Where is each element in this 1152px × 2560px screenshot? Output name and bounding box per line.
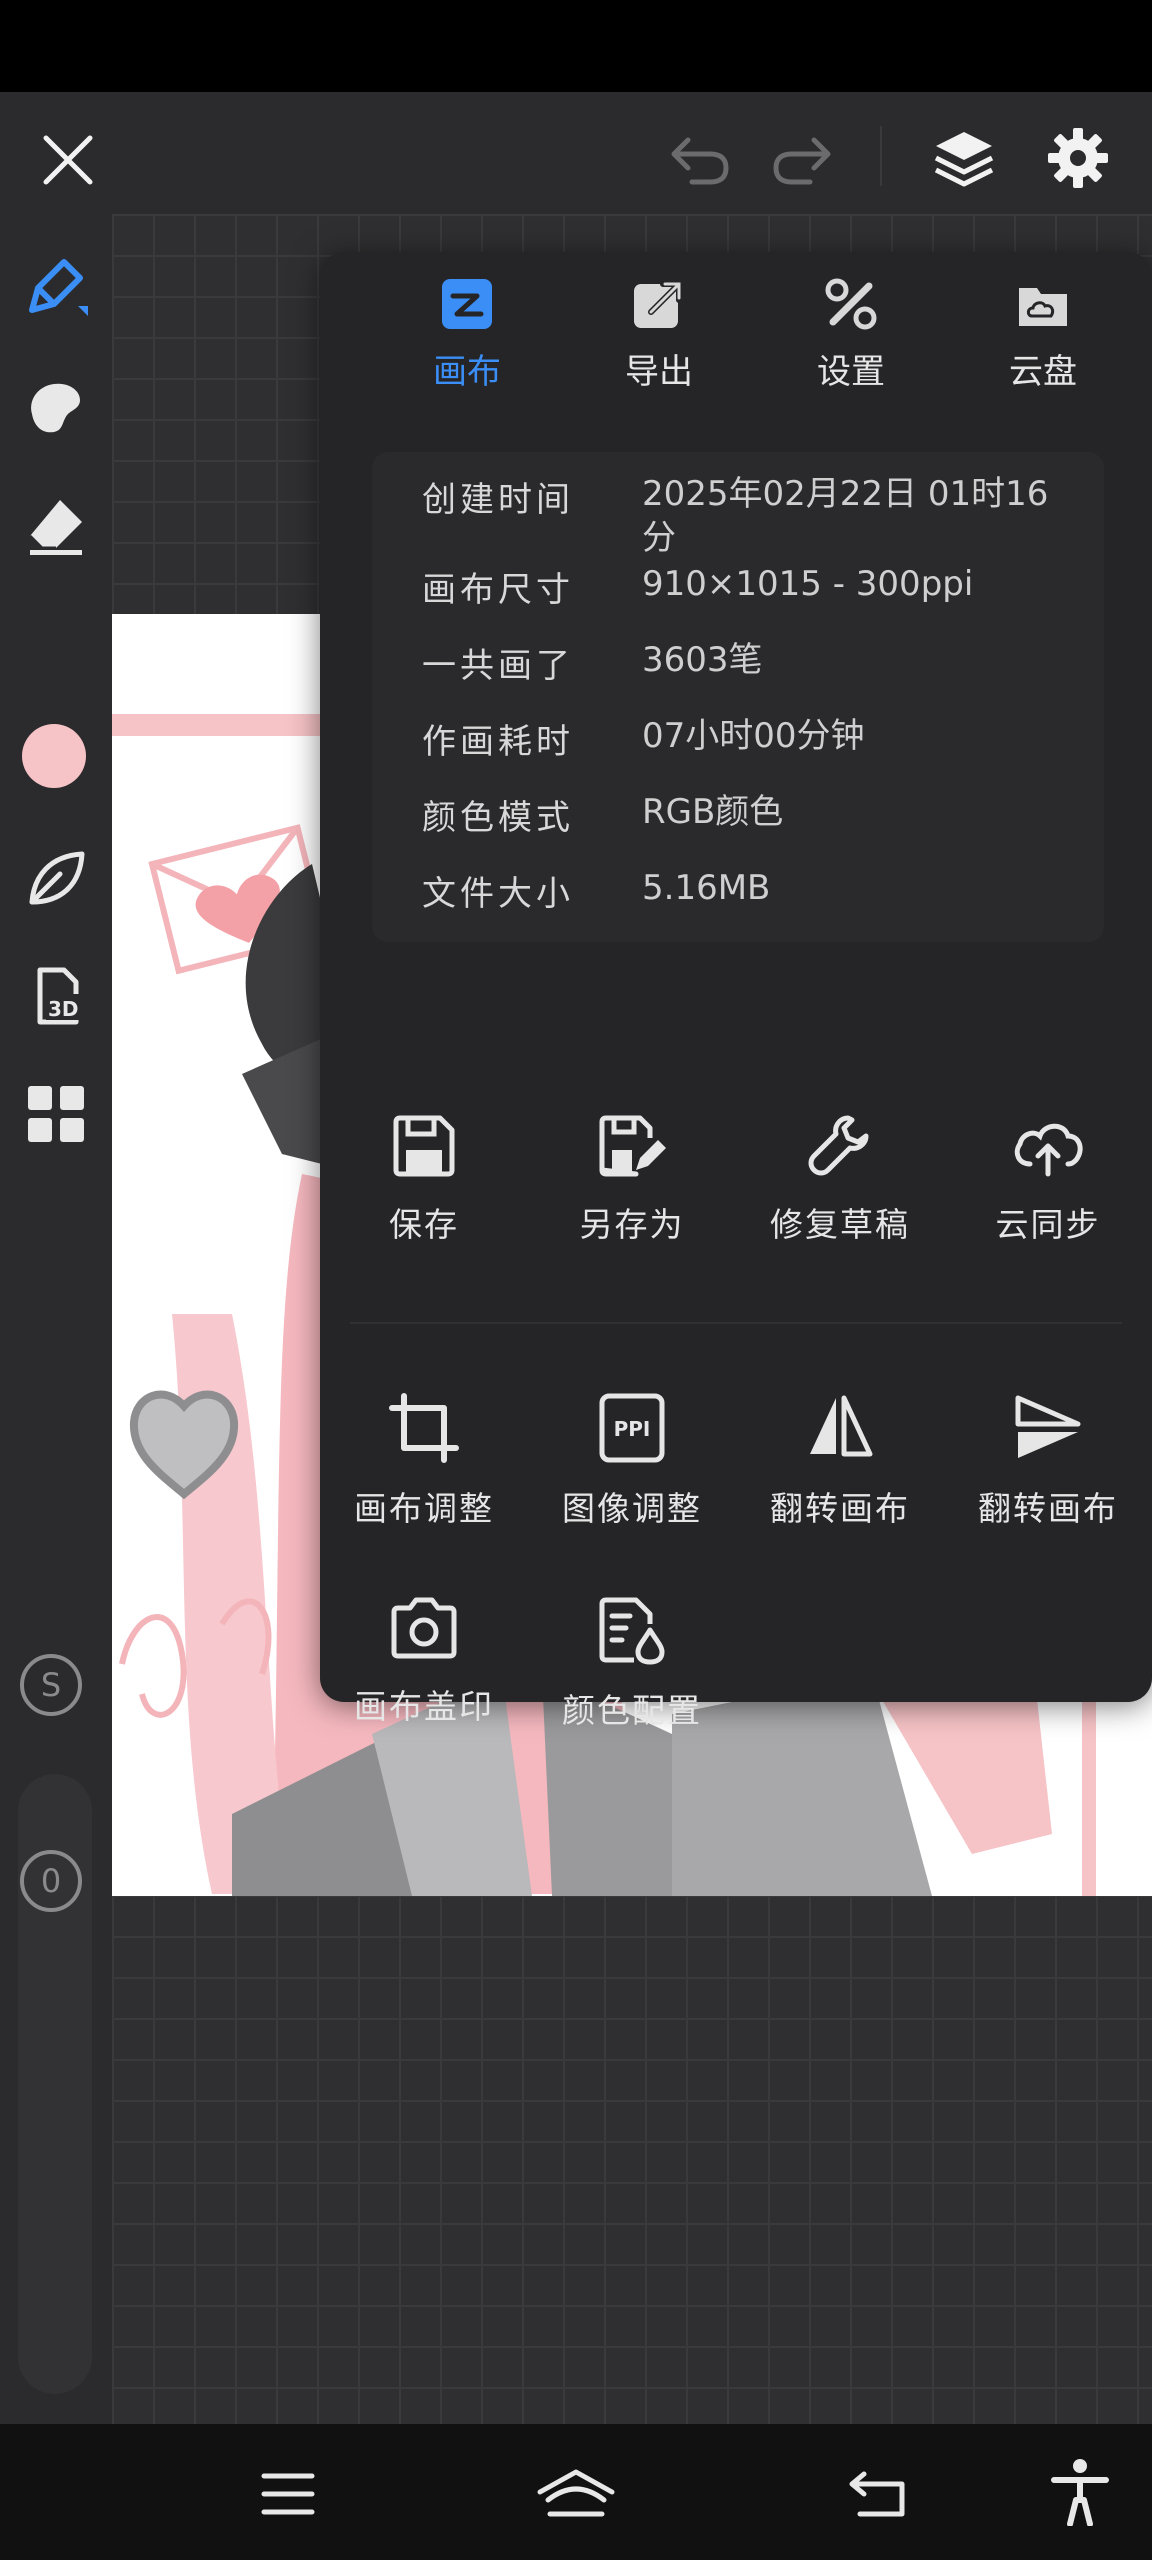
section-divider — [350, 1322, 1122, 1324]
cloud-drive-icon — [1019, 288, 1067, 326]
info-key: 画布尺寸 — [422, 570, 574, 610]
canvas-menu-panel: 画布 导出 设置 云盘 创建时间 2025年02月22日 01时16分 画布尺寸… — [320, 252, 1152, 1730]
save-as-label: 另存为 — [579, 1205, 685, 1244]
menu-icon[interactable] — [248, 2454, 328, 2534]
tab-canvas-label: 画布 — [433, 352, 501, 392]
leaf-icon[interactable] — [14, 836, 98, 920]
info-key: 颜色模式 — [422, 798, 574, 838]
cloud-sync-button[interactable]: 云同步 — [948, 1112, 1148, 1272]
save-icon — [393, 1115, 455, 1177]
cloud-sync-icon — [1014, 1123, 1083, 1177]
info-value: 910×1015 - 300ppi — [642, 564, 974, 604]
color-profile-button[interactable]: 颜色配置 — [532, 1594, 732, 1754]
info-value: 3603笔 — [642, 640, 763, 680]
cloud-sync-label: 云同步 — [995, 1205, 1101, 1244]
info-key: 创建时间 — [422, 480, 574, 520]
tab-cloud-drive[interactable]: 云盘 — [968, 276, 1118, 396]
eraser-icon[interactable] — [14, 484, 98, 568]
tool-sidebar: 3D S 0 — [0, 214, 112, 2424]
info-value: 2025年02月22日 01时16分 — [642, 474, 1049, 558]
back-icon[interactable] — [838, 2454, 918, 2534]
color-profile-icon — [599, 1597, 665, 1665]
ppi-icon: PPI — [599, 1393, 665, 1463]
status-bar — [0, 0, 1152, 92]
brush-size-button[interactable]: S — [20, 1654, 82, 1716]
info-value: RGB颜色 — [642, 792, 784, 832]
color-swatch[interactable] — [22, 724, 86, 788]
save-as-icon — [599, 1115, 666, 1177]
info-value: 07小时00分钟 — [642, 716, 865, 756]
tab-canvas[interactable]: 画布 — [392, 276, 542, 396]
wrench-icon — [808, 1115, 869, 1176]
tab-export[interactable]: 导出 — [584, 276, 734, 396]
image-adjust-label: 图像调整 — [562, 1489, 702, 1528]
toolbar-divider — [880, 126, 882, 186]
accessibility-icon[interactable] — [1040, 2450, 1120, 2534]
system-nav-bar — [0, 2424, 1152, 2560]
color-profile-label: 颜色配置 — [562, 1691, 702, 1730]
save-as-button[interactable]: 另存为 — [532, 1112, 732, 1272]
layers-icon[interactable] — [922, 116, 1006, 200]
close-icon[interactable] — [28, 120, 108, 200]
opacity-label: 0 — [40, 1862, 62, 1900]
app-window: 3D S 0 画布 导出 设置 云盘 创建时间 2025年02月22日 01时1… — [0, 92, 1152, 2424]
opacity-button[interactable]: 0 — [20, 1850, 82, 1912]
canvas-adjust-label: 画布调整 — [354, 1489, 494, 1528]
flip-vertical-icon — [1015, 1395, 1081, 1458]
canvas-info-card: 创建时间 2025年02月22日 01时16分 画布尺寸 910×1015 - … — [372, 452, 1104, 942]
image-adjust-button[interactable]: PPI 图像调整 — [532, 1392, 732, 1552]
ppi-icon-text: PPI — [614, 1417, 651, 1441]
save-label: 保存 — [389, 1205, 459, 1244]
tab-settings-label: 设置 — [817, 352, 885, 392]
camera-icon — [391, 1597, 457, 1659]
tab-settings[interactable]: 设置 — [776, 276, 926, 396]
flip-horizontal-button[interactable]: 翻转画布 — [740, 1392, 940, 1552]
3d-icon[interactable]: 3D — [14, 954, 98, 1038]
flip-vertical-label: 翻转画布 — [978, 1489, 1118, 1528]
repair-draft-label: 修复草稿 — [770, 1205, 910, 1244]
undo-icon[interactable] — [660, 120, 740, 200]
smudge-icon[interactable] — [14, 364, 98, 448]
canvas-adjust-button[interactable]: 画布调整 — [324, 1392, 524, 1552]
tab-export-label: 导出 — [625, 352, 693, 392]
brush-size-label: S — [40, 1666, 62, 1704]
tab-cloud-drive-label: 云盘 — [1009, 352, 1077, 392]
repair-draft-button[interactable]: 修复草稿 — [740, 1112, 940, 1272]
canvas-icon — [442, 279, 492, 329]
top-toolbar — [0, 92, 1152, 214]
pen-icon[interactable] — [14, 244, 98, 328]
crop-icon — [389, 1393, 459, 1463]
info-value: 5.16MB — [642, 868, 771, 908]
gear-icon[interactable] — [1036, 116, 1120, 200]
export-icon — [634, 281, 682, 328]
canvas-stamp-label: 画布盖印 — [354, 1687, 494, 1726]
info-key: 一共画了 — [422, 646, 574, 686]
home-icon[interactable] — [536, 2454, 616, 2534]
grid-icon[interactable] — [14, 1072, 98, 1156]
svg-text:3D: 3D — [48, 997, 79, 1021]
info-key: 文件大小 — [422, 874, 574, 914]
flip-horizontal-label: 翻转画布 — [770, 1489, 910, 1528]
redo-icon[interactable] — [762, 120, 842, 200]
tools-icon — [825, 278, 877, 330]
flip-vertical-button[interactable]: 翻转画布 — [948, 1392, 1148, 1552]
canvas-stamp-button[interactable]: 画布盖印 — [324, 1594, 524, 1754]
save-button[interactable]: 保存 — [324, 1112, 524, 1272]
flip-horizontal-icon — [810, 1395, 873, 1457]
info-key: 作画耗时 — [422, 722, 574, 762]
